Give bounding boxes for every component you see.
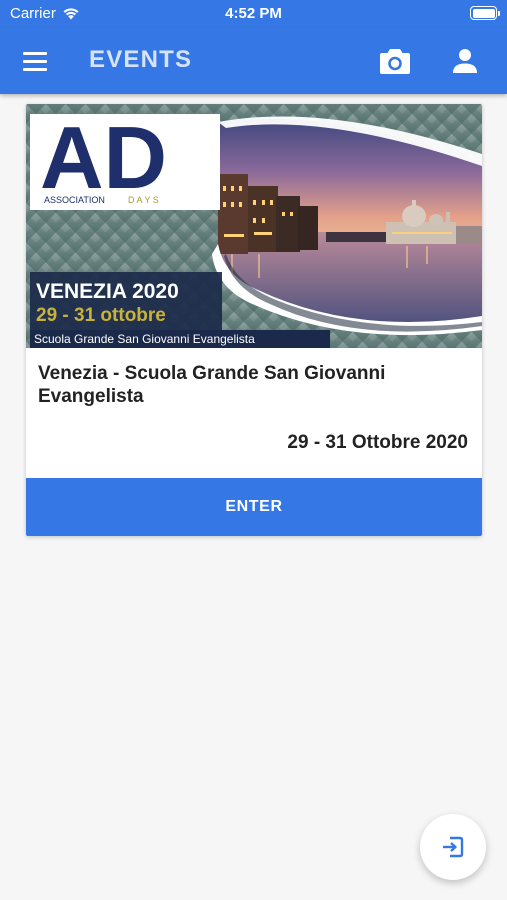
user-icon <box>453 49 477 73</box>
logo-word-association: ASSOCIATION <box>44 195 105 205</box>
page-title: EVENTS <box>89 46 193 73</box>
status-time: 4:52 PM <box>225 5 282 22</box>
event-date: 29 - 31 Ottobre 2020 <box>287 432 468 453</box>
enter-button[interactable]: ENTER <box>26 478 482 536</box>
hamburger-menu-icon <box>23 51 47 55</box>
login-icon <box>443 836 464 858</box>
menu-button[interactable] <box>20 47 50 75</box>
camera-button[interactable] <box>379 46 411 76</box>
login-fab-button[interactable] <box>420 814 486 880</box>
logo-word-days: D A Y S <box>128 195 159 205</box>
battery-icon <box>470 6 500 20</box>
status-bar: Carrier 4:52 PM <box>0 0 507 28</box>
menu-icon-bar <box>23 67 47 71</box>
user-button[interactable] <box>450 46 480 76</box>
camera-icon <box>380 49 410 74</box>
banner-venue: Scuola Grande San Giovanni Evangelista <box>34 332 255 346</box>
banner-dates: 29 - 31 ottobre <box>36 305 166 326</box>
event-card: AD ASSOCIATION D A Y S VENEZIA 2020 29 -… <box>26 104 482 536</box>
event-banner-image[interactable]: AD ASSOCIATION D A Y S VENEZIA 2020 29 -… <box>26 104 482 348</box>
banner-headline: VENEZIA 2020 <box>36 280 179 303</box>
menu-icon-bar <box>23 59 47 63</box>
app-bar: EVENTS <box>0 28 507 94</box>
event-title: Venezia - Scuola Grande San Giovanni Eva… <box>38 363 386 407</box>
